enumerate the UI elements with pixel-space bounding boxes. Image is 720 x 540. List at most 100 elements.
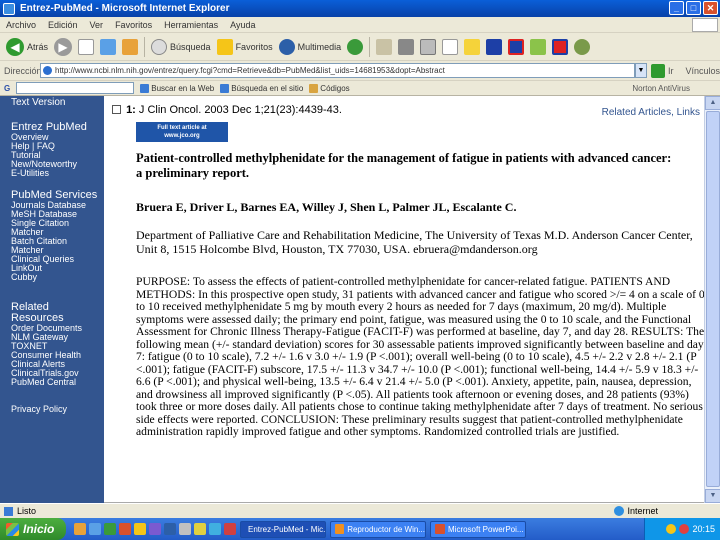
- search-icon: [151, 38, 168, 55]
- sidebar-link-text-version[interactable]: Text Version: [11, 98, 104, 108]
- menu-favoritos[interactable]: Favoritos: [115, 20, 152, 30]
- tray-icon[interactable]: [679, 524, 690, 534]
- system-tray: 20:15: [644, 518, 720, 540]
- go-button[interactable]: Ir: [668, 66, 674, 76]
- window-title: Entrez-PubMed - Microsoft Internet Explo…: [20, 3, 230, 14]
- forward-button[interactable]: ▶: [54, 36, 73, 58]
- menu-edicion[interactable]: Edición: [48, 20, 78, 30]
- scroll-down-icon[interactable]: ▼: [705, 489, 720, 503]
- quicklaunch-icon[interactable]: [104, 523, 116, 535]
- start-button[interactable]: Inicio: [0, 518, 66, 540]
- sidebar-link[interactable]: PubMed Central: [11, 378, 104, 387]
- menu-archivo[interactable]: Archivo: [6, 20, 36, 30]
- address-bar: Dirección http://www.ncbi.nlm.nih.gov/en…: [0, 61, 720, 81]
- search-button[interactable]: Búsqueda: [151, 36, 211, 58]
- back-arrow-icon: ◀: [6, 37, 24, 56]
- select-checkbox[interactable]: [112, 105, 121, 114]
- history-icon[interactable]: [347, 38, 364, 55]
- powerpoint-icon: [435, 524, 445, 534]
- quicklaunch-icon[interactable]: [149, 523, 161, 535]
- citation-text: J Clin Oncol. 2003 Dec 1;21(23):4439-43.: [138, 104, 342, 116]
- search-web-button[interactable]: Buscar en la Web: [140, 83, 214, 93]
- quicklaunch-icon[interactable]: [209, 523, 221, 535]
- home-icon[interactable]: [122, 38, 139, 55]
- addon-icon[interactable]: [508, 38, 525, 55]
- quicklaunch-icon[interactable]: [89, 523, 101, 535]
- quicklaunch-icon[interactable]: [74, 523, 86, 535]
- research-icon[interactable]: [486, 38, 503, 55]
- tray-icon[interactable]: [666, 524, 677, 534]
- quick-launch: [74, 523, 236, 535]
- edit-icon[interactable]: [420, 38, 437, 55]
- print-icon[interactable]: [398, 38, 415, 55]
- task-powerpoint[interactable]: Microsoft PowerPoi...: [430, 520, 526, 538]
- stop-icon[interactable]: [78, 38, 95, 55]
- related-articles-link[interactable]: Related Articles, Links: [602, 107, 700, 118]
- search-site-button[interactable]: Búsqueda en el sitio: [220, 83, 304, 93]
- browser-toolbar: ◀ Atrás ▶ Búsqueda Favoritos Multimedia: [0, 33, 720, 61]
- citation-line: 1: J Clin Oncol. 2003 Dec 1;21(23):4439-…: [112, 104, 342, 116]
- media-player-icon: [335, 524, 345, 534]
- task-media-player[interactable]: Reproductor de Win...: [330, 520, 426, 538]
- menu-bar: Archivo Edición Ver Favoritos Herramient…: [0, 17, 720, 33]
- quicklaunch-icon[interactable]: [134, 523, 146, 535]
- quicklaunch-icon[interactable]: [179, 523, 191, 535]
- search-site-label: Búsqueda en el sitio: [231, 83, 304, 93]
- maximize-button[interactable]: □: [686, 1, 701, 15]
- clock[interactable]: 20:15: [692, 524, 715, 534]
- ie-icon: [3, 2, 15, 15]
- tools-icon[interactable]: [530, 38, 547, 55]
- menu-ver[interactable]: Ver: [90, 20, 104, 30]
- go-icon[interactable]: [651, 63, 665, 78]
- google-search-input[interactable]: [16, 82, 135, 94]
- google-toolbar: G Buscar en la Web Búsqueda en el sitio …: [0, 81, 720, 96]
- quicklaunch-icon[interactable]: [194, 523, 206, 535]
- article-authors: Bruera E, Driver L, Barnes EA, Willey J,…: [136, 200, 517, 214]
- windows-logo-icon: [692, 18, 718, 32]
- minimize-button[interactable]: _: [669, 1, 684, 15]
- task-ie[interactable]: Entrez-PubMed - Mic...: [240, 520, 326, 538]
- scroll-up-icon[interactable]: ▲: [705, 96, 720, 110]
- favorites-button[interactable]: Favoritos: [216, 36, 273, 58]
- norton-antivirus-button[interactable]: Norton AntiVirus: [632, 84, 690, 93]
- citation-number: 1:: [126, 104, 136, 116]
- quicklaunch-icon[interactable]: [119, 523, 131, 535]
- messenger-icon[interactable]: [464, 38, 481, 55]
- status-text: Listo: [17, 506, 37, 516]
- menu-ayuda[interactable]: Ayuda: [230, 20, 255, 30]
- address-dropdown-icon[interactable]: ▼: [635, 63, 647, 78]
- addon-icon[interactable]: [552, 38, 569, 55]
- sidebar-link-privacy-policy[interactable]: Privacy Policy: [11, 405, 104, 414]
- address-input[interactable]: http://www.ncbi.nlm.nih.gov/entrez/query…: [40, 63, 636, 78]
- windows-flag-icon: [6, 522, 19, 536]
- full-text-banner[interactable]: Full text article at www.jco.org: [136, 122, 228, 142]
- globe-icon: [614, 506, 625, 516]
- quicklaunch-icon[interactable]: [224, 523, 236, 535]
- pubmed-sidebar: Text Version Entrez PubMed Overview Help…: [0, 96, 104, 503]
- codes-button[interactable]: Códigos: [309, 83, 350, 93]
- article-abstract: 1: J Clin Oncol. 2003 Dec 1;21(23):4439-…: [108, 96, 705, 503]
- window-title-bar[interactable]: Entrez-PubMed - Microsoft Internet Explo…: [0, 0, 720, 17]
- sidebar-link[interactable]: E-Utilities: [11, 169, 104, 178]
- back-label: Atrás: [27, 41, 49, 52]
- codes-label: Códigos: [320, 83, 350, 93]
- menu-herramientas[interactable]: Herramientas: [164, 20, 218, 30]
- links-button[interactable]: Vínculos: [685, 66, 720, 76]
- vertical-scrollbar[interactable]: ▲ ▼: [704, 96, 720, 503]
- search-web-icon: [140, 83, 150, 93]
- task-label: Reproductor de Win...: [347, 524, 425, 534]
- scroll-thumb[interactable]: [706, 111, 720, 487]
- toolbar-separator: [369, 36, 371, 57]
- start-label: Inicio: [23, 522, 55, 536]
- sidebar-heading-related-resources: Related Resources: [11, 301, 64, 324]
- mail-icon[interactable]: [376, 38, 393, 55]
- quicklaunch-icon[interactable]: [164, 523, 176, 535]
- close-button[interactable]: ✕: [703, 1, 718, 15]
- users-icon[interactable]: [574, 38, 591, 55]
- refresh-icon[interactable]: [100, 38, 117, 55]
- multimedia-button[interactable]: Multimedia: [278, 36, 341, 58]
- window-controls: _ □ ✕: [669, 1, 718, 15]
- sidebar-link[interactable]: Cubby: [11, 273, 104, 282]
- back-button[interactable]: ◀ Atrás: [6, 36, 48, 58]
- discuss-icon[interactable]: [442, 38, 459, 55]
